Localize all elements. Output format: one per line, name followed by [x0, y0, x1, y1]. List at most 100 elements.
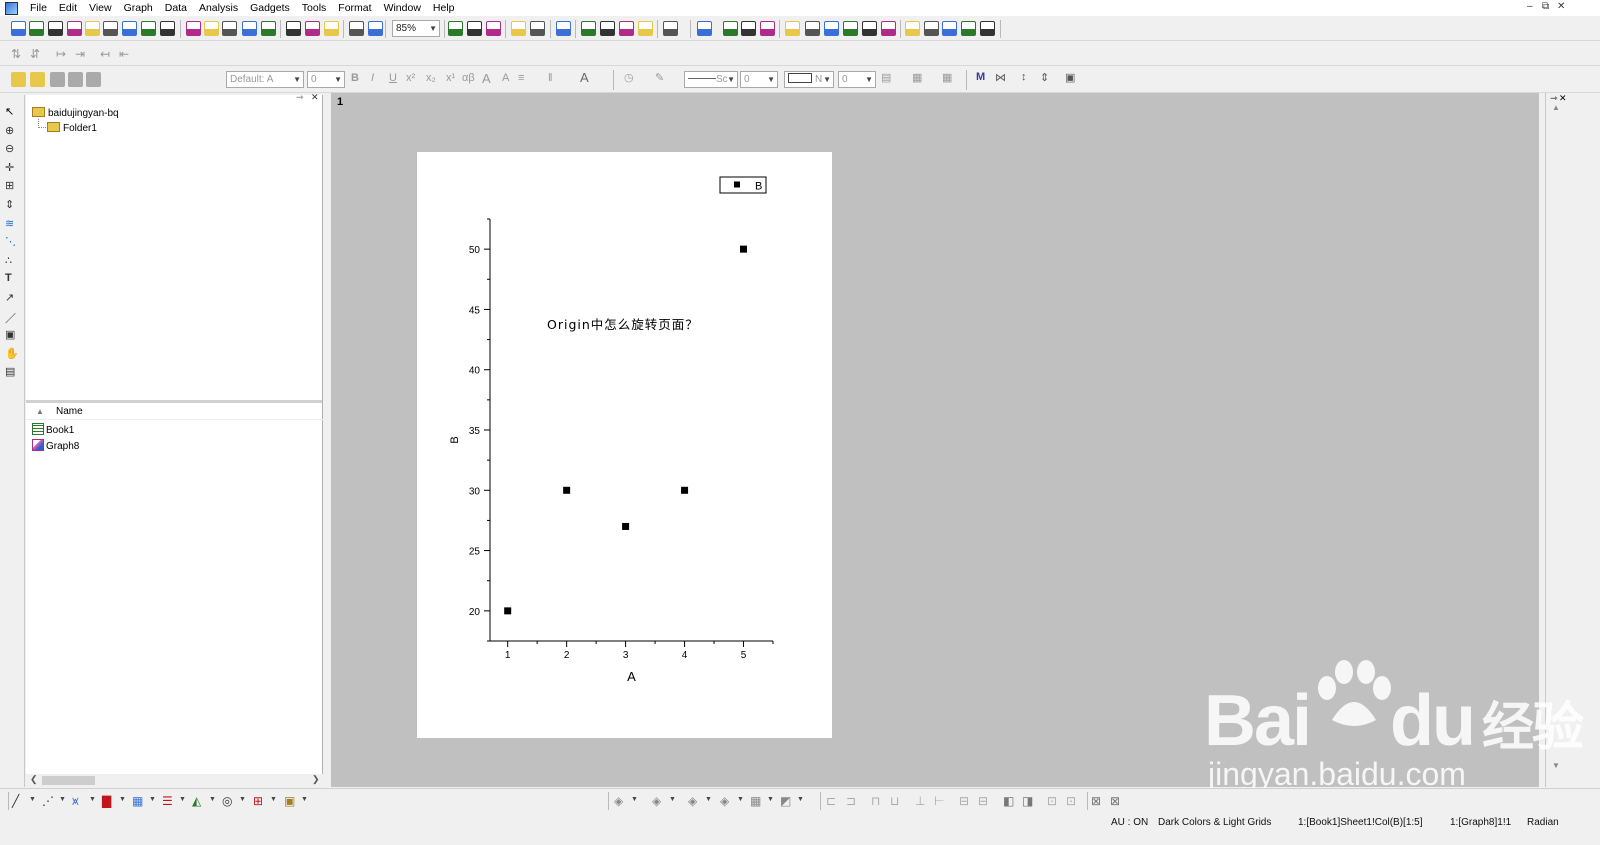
3d-scatter-icon[interactable]: ◈ — [720, 794, 729, 808]
restore-icon[interactable]: ⧉ — [1542, 1, 1549, 12]
table-icon[interactable] — [980, 21, 995, 36]
new-folder-icon[interactable] — [11, 72, 26, 87]
chevron-down-icon[interactable]: ▼ — [209, 796, 216, 803]
annotation-text[interactable]: Origin中怎么旋转页面？ — [547, 317, 699, 332]
menu-file[interactable]: File — [24, 0, 53, 16]
move-to-end-icon[interactable]: ⇥ — [75, 47, 90, 62]
add-layer-icon[interactable] — [581, 21, 596, 36]
fit-icon[interactable]: ⊠ — [1091, 794, 1101, 808]
fill-pattern-combo[interactable]: N ▼ — [784, 71, 834, 88]
horizontal-scrollbar[interactable]: ❮ ❯ — [26, 774, 323, 787]
status-theme[interactable]: Dark Colors & Light Grids — [1158, 817, 1271, 828]
tree-subfolder[interactable]: Folder1 — [47, 122, 97, 134]
new-workbook-icon[interactable] — [29, 21, 44, 36]
column-icon[interactable]: ‖ — [548, 72, 553, 84]
menu-window[interactable]: Window — [378, 0, 427, 16]
export-icon[interactable] — [467, 21, 482, 36]
draw-data-icon[interactable]: ≋ — [5, 217, 19, 231]
explorer-splitter[interactable] — [26, 400, 322, 403]
align-left-icon[interactable]: ⊏ — [826, 794, 836, 808]
new-layout-icon[interactable] — [122, 21, 137, 36]
screen-reader-icon[interactable]: ⇕ — [5, 198, 19, 212]
add-scale-icon[interactable] — [741, 21, 756, 36]
supersubscript-icon[interactable]: x¹ — [446, 72, 455, 84]
arrow-tool-icon[interactable]: ↗ — [5, 291, 19, 305]
right-axis-icon[interactable] — [824, 21, 839, 36]
menu-edit[interactable]: Edit — [53, 0, 83, 16]
chevron-down-icon[interactable]: ▼ — [301, 796, 308, 803]
3d-bars-icon[interactable]: ◈ — [652, 794, 661, 808]
pan-icon[interactable]: ✋ — [5, 347, 19, 361]
scrollbar-thumb[interactable] — [42, 776, 95, 785]
pointer-icon[interactable]: ↖ — [5, 105, 19, 119]
y-axis-icon[interactable] — [862, 21, 877, 36]
align-right-icon[interactable]: ⊐ — [846, 794, 856, 808]
panel-icon[interactable] — [905, 21, 920, 36]
move-right-icon[interactable]: ↦ — [56, 47, 71, 62]
open-excel-icon[interactable] — [222, 21, 237, 36]
scatter-plot-icon[interactable]: ⋰ — [42, 794, 54, 808]
data-point[interactable] — [622, 522, 630, 530]
pin-icon[interactable]: ⇾ — [296, 92, 304, 103]
graph-page[interactable]: 20 25 30 35 40 45 50 1 2 3 4 5 A B Origin中怎么旋转页面？ B — [417, 152, 832, 738]
italic-icon[interactable]: I — [371, 72, 374, 84]
open-icon[interactable] — [186, 21, 201, 36]
data-display-icon[interactable] — [600, 21, 615, 36]
recalculate-icon[interactable] — [368, 21, 383, 36]
data-point[interactable] — [740, 245, 748, 253]
left-axis-icon[interactable] — [805, 21, 820, 36]
chevron-down-icon[interactable]: ▼ — [705, 796, 712, 803]
same-height-icon[interactable]: ⊟ — [978, 794, 988, 808]
scroll-left-icon[interactable]: ❮ — [30, 774, 38, 785]
move-to-start-icon[interactable]: ⇤ — [119, 47, 134, 62]
subscript-icon[interactable]: x₂ — [426, 72, 436, 84]
align-vertical-icon[interactable]: ⊥ — [915, 794, 925, 808]
line-style-combo[interactable]: Sc ▼ — [684, 71, 738, 88]
bar-icon[interactable]: ☰ — [162, 794, 173, 808]
brush-icon[interactable] — [68, 72, 83, 87]
chevron-down-icon[interactable]: ▼ — [669, 796, 676, 803]
time-icon[interactable] — [961, 21, 976, 36]
increase-font-icon[interactable]: A — [482, 71, 491, 86]
menu-gadgets[interactable]: Gadgets — [244, 0, 296, 16]
chevron-down-icon[interactable]: ▼ — [59, 796, 66, 803]
chevron-down-icon[interactable]: ▼ — [239, 796, 246, 803]
align-top-icon[interactable]: ⊓ — [871, 794, 880, 808]
3d-wire-icon[interactable]: ◈ — [688, 794, 697, 808]
tree-root-folder[interactable]: baidujingyan-bq — [32, 107, 119, 119]
font-combo[interactable]: Default: A ▼ — [226, 71, 304, 88]
area-icon[interactable]: ◭ — [192, 794, 201, 808]
chevron-down-icon[interactable]: ▼ — [29, 796, 36, 803]
scroll-down-icon[interactable]: ▼ — [1552, 761, 1560, 770]
data-point[interactable] — [563, 486, 571, 494]
x-axis-title[interactable]: A — [627, 669, 636, 684]
layer-indicator[interactable]: 1 — [337, 96, 343, 108]
box-chart-icon[interactable]: ⊞ — [253, 794, 263, 808]
same-width-icon[interactable]: ⊟ — [959, 794, 969, 808]
copy-page-icon[interactable] — [486, 21, 501, 36]
menu-tools[interactable]: Tools — [296, 0, 333, 16]
open-folder-icon[interactable] — [30, 72, 45, 87]
fill-value-combo[interactable]: 0 ▼ — [838, 71, 876, 88]
superscript-icon[interactable]: x² — [406, 72, 415, 84]
command-window-icon[interactable] — [619, 21, 634, 36]
status-angle-unit[interactable]: Radian — [1527, 817, 1559, 828]
origin-app-icon[interactable] — [5, 1, 18, 15]
template-icon[interactable]: ▣ — [284, 794, 295, 808]
rectangle-tool-icon[interactable]: ▣ — [5, 328, 19, 342]
font-color-icon[interactable]: A — [580, 70, 589, 85]
zoom-out-icon[interactable]: ⊖ — [5, 142, 19, 156]
zoom-in-icon[interactable]: ⊕ — [5, 124, 19, 138]
minimize-icon[interactable]: – — [1527, 1, 1533, 12]
contour-icon[interactable]: ◎ — [222, 794, 232, 808]
chevron-down-icon[interactable]: ▼ — [179, 796, 186, 803]
regional-select-icon[interactable]: ∴ — [5, 254, 19, 268]
menu-data[interactable]: Data — [159, 0, 193, 16]
resize-icon[interactable]: ⊠ — [1110, 794, 1120, 808]
table-icon[interactable]: ▦ — [942, 71, 952, 84]
line-tool-icon[interactable]: ／ — [5, 310, 19, 325]
scroll-right-icon[interactable]: ❯ — [312, 774, 320, 785]
line-plot-icon[interactable]: ╱ — [12, 794, 19, 808]
name-column-header[interactable]: Name — [56, 406, 83, 417]
insert-graph-icon[interactable]: ▤ — [5, 365, 19, 379]
